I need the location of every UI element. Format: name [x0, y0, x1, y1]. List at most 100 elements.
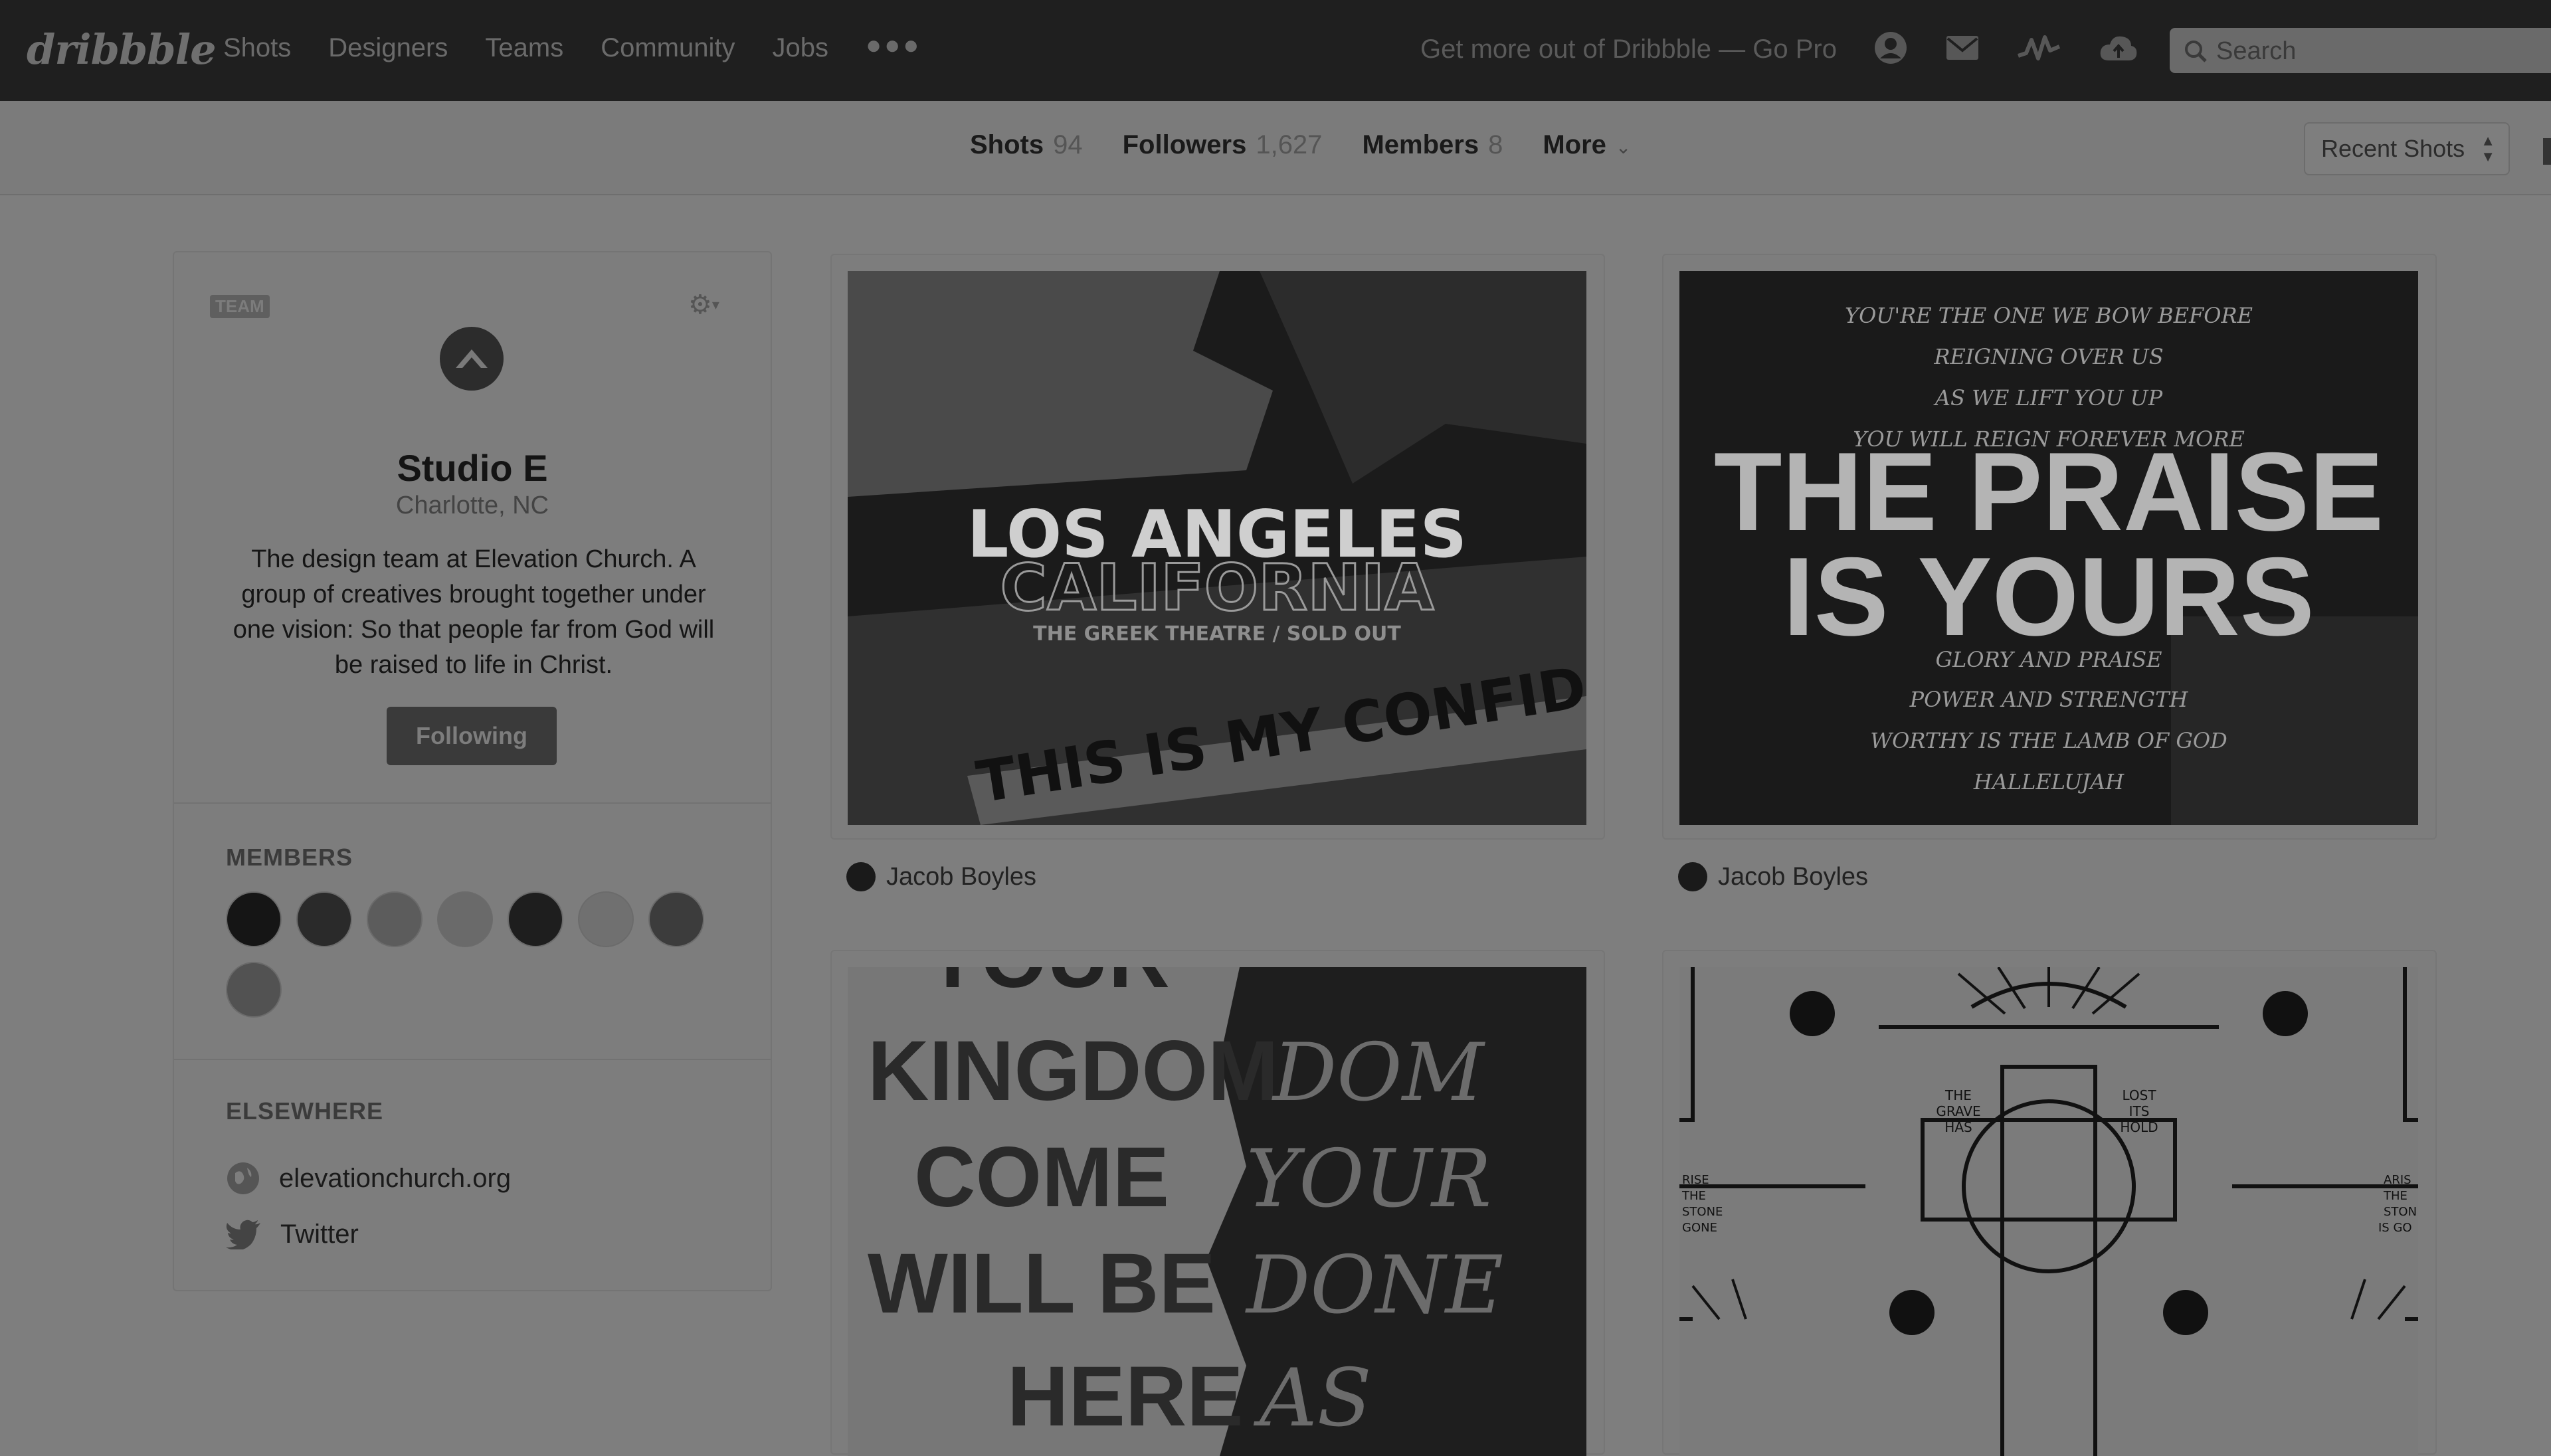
art-right-2: YOUR [1246, 1133, 1491, 1226]
member-avatar[interactable] [508, 891, 563, 947]
tab-label: More [1543, 130, 1606, 159]
tab-label: Followers [1122, 130, 1247, 159]
link-label: Twitter [280, 1219, 359, 1249]
shot-card[interactable]: THE GRAVE HAS LOST ITS HOLD RISE THE STO… [1662, 950, 2437, 1456]
nav-teams[interactable]: Teams [485, 33, 563, 63]
shot-thumbnail[interactable]: YOU'RE THE ONE WE BOW BEFORE REIGNING OV… [1679, 271, 2418, 825]
member-avatar[interactable] [367, 891, 423, 947]
members-heading: MEMBERS [226, 844, 353, 871]
elsewhere-links: elevationchurch.org Twitter [226, 1150, 511, 1262]
art-script-8: HALLELUJAH [1973, 769, 2125, 794]
art-corner-b-2: ITS [2129, 1103, 2150, 1119]
grid-toggle-icon[interactable] [2543, 138, 2551, 165]
nav-jobs[interactable]: Jobs [772, 33, 828, 63]
more-dots-icon[interactable]: ●●● [866, 31, 921, 63]
art-script-5: GLORY AND PRAISE [1935, 647, 2162, 672]
team-name: Studio E [397, 447, 548, 489]
user-icon[interactable] [1873, 31, 1908, 65]
shot-artwork: YOUR KINGDOM COME WILL BE HERE DOM YOUR … [848, 967, 1586, 1456]
caret-down-icon: ▾ [711, 296, 719, 313]
art-left-5: HERE [1007, 1349, 1244, 1444]
art-corner-a-2: GRAVE [1936, 1103, 1980, 1119]
profile-tabs: Shots 94 Followers 1,627 Members 8 More … [970, 130, 1631, 160]
art-side-right-4: IS GO [2378, 1221, 2412, 1235]
shot-thumbnail[interactable]: YOUR KINGDOM COME WILL BE HERE DOM YOUR … [848, 967, 1586, 1456]
art-right-1: DOM [1272, 1027, 1486, 1119]
tab-more[interactable]: More ⌄ [1543, 130, 1631, 160]
shot-card[interactable]: LOS ANGELES CALIFORNIA THE GREEK THEATRE… [830, 254, 1605, 840]
art-left-2: KINGDOM [868, 1024, 1279, 1119]
shot-artwork: THE GRAVE HAS LOST ITS HOLD RISE THE STO… [1679, 967, 2418, 1456]
team-avatar[interactable] [440, 327, 504, 391]
shot-card[interactable]: YOU'RE THE ONE WE BOW BEFORE REIGNING OV… [1662, 254, 2437, 840]
member-avatar[interactable] [648, 891, 704, 947]
tab-count: 8 [1488, 130, 1503, 159]
search-input[interactable] [2215, 33, 2550, 69]
art-left-4: WILL BE [868, 1236, 1216, 1331]
art-side-left-4: GONE [1682, 1221, 1717, 1235]
art-side-right-3: STON [2384, 1205, 2417, 1219]
search-icon [2185, 41, 2207, 62]
sort-value: Recent Shots [2321, 135, 2465, 162]
main-nav: Shots Designers Teams Community Jobs ●●● [223, 31, 921, 63]
dribbble-logo[interactable]: dribbble [27, 25, 217, 74]
tab-shots[interactable]: Shots 94 [970, 130, 1083, 160]
shot-thumbnail[interactable]: LOS ANGELES CALIFORNIA THE GREEK THEATRE… [848, 271, 1586, 825]
shot-card[interactable]: YOUR KINGDOM COME WILL BE HERE DOM YOUR … [830, 950, 1605, 1456]
tab-followers[interactable]: Followers 1,627 [1123, 130, 1323, 160]
member-avatar[interactable] [296, 891, 352, 947]
tab-count: 1,627 [1256, 130, 1323, 159]
art-corner-b-1: LOST [2122, 1087, 2156, 1103]
shot-thumbnail[interactable]: THE GRAVE HAS LOST ITS HOLD RISE THE STO… [1679, 967, 2418, 1456]
author-name: Jacob Boyles [886, 862, 1037, 891]
link-website[interactable]: elevationchurch.org [226, 1150, 511, 1206]
chevron-down-icon: ⌄ [1615, 137, 1632, 157]
nav-community[interactable]: Community [601, 33, 735, 63]
nav-designers[interactable]: Designers [328, 33, 448, 63]
shot-artwork: YOU'RE THE ONE WE BOW BEFORE REIGNING OV… [1679, 271, 2418, 825]
nav-shots[interactable]: Shots [223, 33, 291, 63]
upload-cloud-icon[interactable] [2098, 33, 2139, 63]
tab-count: 94 [1053, 130, 1083, 159]
art-left-3: COME [914, 1130, 1169, 1225]
team-location: Charlotte, NC [395, 492, 549, 519]
elsewhere-heading: ELSEWHERE [226, 1097, 384, 1125]
team-badge: TEAM [210, 295, 270, 318]
select-arrows-icon: ▲ ▼ [2481, 132, 2495, 165]
go-pro-link[interactable]: Get more out of Dribbble — Go Pro [1420, 35, 1837, 64]
member-avatar[interactable] [578, 891, 634, 947]
search-box[interactable] [2170, 28, 2551, 73]
following-button[interactable]: Following [387, 707, 557, 765]
member-avatar[interactable] [226, 962, 282, 1018]
activity-icon[interactable] [2017, 33, 2061, 62]
globe-icon [227, 1162, 259, 1194]
art-side-left-1: RISE [1682, 1173, 1709, 1187]
twitter-icon [226, 1220, 260, 1249]
art-script-7: WORTHY IS THE LAMB OF GOD [1870, 728, 2227, 753]
shot-artwork: LOS ANGELES CALIFORNIA THE GREEK THEATRE… [848, 271, 1586, 825]
art-corner-b-3: HOLD [2120, 1119, 2158, 1135]
shot-author[interactable]: Jacob Boyles [846, 862, 1036, 891]
art-script-1: YOU'RE THE ONE WE BOW BEFORE [1845, 303, 2253, 328]
elevation-logo-icon [456, 349, 488, 368]
art-side-left-2: THE [1681, 1189, 1706, 1203]
mail-icon[interactable] [1945, 35, 1980, 61]
gear-icon[interactable]: ⚙▾ [688, 290, 719, 320]
member-avatar[interactable] [437, 891, 493, 947]
tab-label: Shots [970, 130, 1044, 159]
shot-author[interactable]: Jacob Boyles [1678, 862, 1868, 891]
divider [174, 1059, 771, 1060]
art-line-3: THE GREEK THEATRE / SOLD OUT [1033, 622, 1401, 646]
art-script-3: AS WE LIFT YOU UP [1933, 385, 2163, 410]
profile-subnav: Shots 94 Followers 1,627 Members 8 More … [0, 101, 2551, 195]
art-corner-a-3: HAS [1944, 1119, 1972, 1135]
tab-members[interactable]: Members 8 [1362, 130, 1503, 160]
top-navigation-bar: dribbble Shots Designers Teams Community… [0, 0, 2551, 101]
author-avatar [846, 862, 876, 891]
art-line-2: CALIFORNIA [1000, 551, 1434, 625]
art-side-right-1: ARIS [2384, 1173, 2411, 1187]
art-headline-2: IS YOURS [1783, 534, 2315, 659]
link-twitter[interactable]: Twitter [226, 1206, 511, 1262]
sort-dropdown[interactable]: Recent Shots ▲ ▼ [2304, 122, 2510, 175]
member-avatar[interactable] [226, 891, 282, 947]
